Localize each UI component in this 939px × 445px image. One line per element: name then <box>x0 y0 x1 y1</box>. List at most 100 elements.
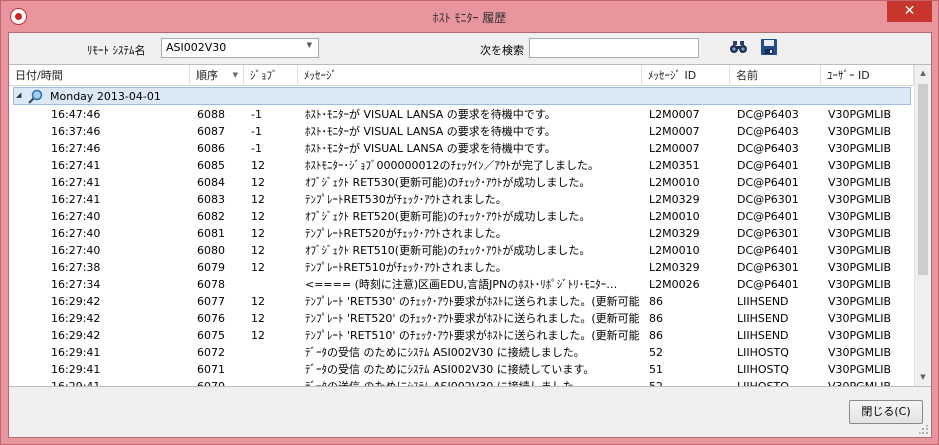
row-message: ﾃﾞｰﾀの受信 のためにｼｽﾃﾑ ASI002V30 に接続しています。 <box>305 363 595 376</box>
collapse-triangle-icon[interactable]: ◢ <box>16 91 21 99</box>
row-sequence: 6082 <box>197 210 225 223</box>
scroll-down-icon[interactable]: ▼ <box>915 369 931 386</box>
row-name: LIIHOSTQ <box>737 346 789 359</box>
resize-grip-icon[interactable] <box>919 425 929 435</box>
column-header-job[interactable]: ｼﾞｮﾌﾞ <box>244 65 298 86</box>
table-row[interactable]: 16:29:41 6070 ﾃﾞｰﾀの送信 のためにｼｽﾃﾑ ASI002V30 に… <box>9 378 914 387</box>
row-user-id: V30PGMLIB <box>828 176 892 189</box>
table-row[interactable]: 16:29:42 6075 12 ﾃﾝﾌﾟﾚｰﾄ 'RET510' のﾁｪｯｸ･ｱｳﾄ… <box>9 327 914 344</box>
table-row[interactable]: 16:29:42 6076 12 ﾃﾝﾌﾟﾚｰﾄ 'RET520' のﾁｪｯｸ･ｱｳﾄ… <box>9 310 914 327</box>
row-message-id: 52 <box>649 346 663 359</box>
chevron-down-icon: ▼ <box>306 41 312 49</box>
column-header-sequence-label: 順序 <box>196 69 218 82</box>
row-sequence: 6077 <box>197 295 225 308</box>
row-time: 16:27:38 <box>51 261 101 274</box>
row-message-id: L2M0026 <box>649 278 700 291</box>
row-message-id: L2M0010 <box>649 176 700 189</box>
column-header-message[interactable]: ﾒｯｾｰｼﾞ <box>298 65 642 86</box>
row-time: 16:27:40 <box>51 210 101 223</box>
remote-system-value: ASI002V30 <box>166 41 227 54</box>
close-button[interactable]: 閉じる(C) <box>849 400 923 424</box>
table-row[interactable]: 16:29:41 6072 ﾃﾞｰﾀの受信 のためにｼｽﾃﾑ ASI002V30 に… <box>9 344 914 361</box>
table-row[interactable]: 16:27:41 6084 12 ｵﾌﾞｼﾞｪｸﾄ RET530(更新可能)のﾁｪｯｸ… <box>9 174 914 191</box>
table-row[interactable]: 16:47:46 6088 -1 ﾎｽﾄ･ﾓﾆﾀｰが VISUAL LANSA の要求… <box>9 106 914 123</box>
scroll-up-icon[interactable]: ▲ <box>915 65 931 82</box>
row-message-id: 86 <box>649 329 663 342</box>
column-header-user-id[interactable]: ﾕｰｻﾞｰ ID <box>821 65 914 86</box>
column-header-message-id[interactable]: ﾒｯｾｰｼﾞ ID <box>642 65 730 86</box>
table-row[interactable]: 16:27:41 6085 12 ﾎｽﾄﾓﾆﾀｰ･ｼﾞｮﾌﾞ000000012のﾁｪｯ… <box>9 157 914 174</box>
row-name: LIIHOSTQ <box>737 380 789 387</box>
column-header-name[interactable]: 名前 <box>730 65 821 86</box>
row-message: ﾃﾝﾌﾟﾚｰﾄ 'RET530' のﾁｪｯｸ･ｱｳﾄ要求がﾎｽﾄに送られました。… <box>305 295 639 308</box>
row-name: DC@P6401 <box>737 244 799 257</box>
window-close-button[interactable]: ✕ <box>887 1 932 22</box>
row-message: ﾃﾞｰﾀの受信 のためにｼｽﾃﾑ ASI002V30 に接続しました。 <box>305 346 585 359</box>
row-name: LIIHSEND <box>737 329 789 342</box>
row-sequence: 6085 <box>197 159 225 172</box>
row-name: DC@P6401 <box>737 159 799 172</box>
search-input[interactable] <box>529 38 699 58</box>
scrollbar-thumb[interactable] <box>918 84 928 275</box>
column-header-datetime[interactable]: 日付/時間 <box>9 65 190 86</box>
row-time: 16:27:41 <box>51 193 101 206</box>
row-name: DC@P6401 <box>737 176 799 189</box>
row-message: ﾃﾝﾌﾟﾚｰﾄRET520がﾁｪｯｸ･ｱｳﾄされました。 <box>305 227 507 240</box>
row-message-id: L2M0329 <box>649 261 700 274</box>
row-message: ﾎｽﾄ･ﾓﾆﾀｰが VISUAL LANSA の要求を待機中です。 <box>305 108 556 121</box>
row-time: 16:27:41 <box>51 176 101 189</box>
title-bar[interactable]: ﾎｽﾄ ﾓﾆﾀｰ 履歴 ✕ <box>1 1 938 32</box>
table-row[interactable]: 16:29:41 6071 ﾃﾞｰﾀの受信 のためにｼｽﾃﾑ ASI002V30 に… <box>9 361 914 378</box>
row-sequence: 6079 <box>197 261 225 274</box>
row-user-id: V30PGMLIB <box>828 380 892 387</box>
row-message-id: L2M0351 <box>649 159 700 172</box>
row-name: DC@P6401 <box>737 278 799 291</box>
table-row[interactable]: 16:27:40 6082 12 ｵﾌﾞｼﾞｪｸﾄ RET520(更新可能)のﾁｪｯｸ… <box>9 208 914 225</box>
row-sequence: 6078 <box>197 278 225 291</box>
row-job: 12 <box>251 193 265 206</box>
row-job: 12 <box>251 210 265 223</box>
table-row[interactable]: 16:27:46 6086 -1 ﾎｽﾄ･ﾓﾆﾀｰが VISUAL LANSA の要求… <box>9 140 914 157</box>
row-message-id: L2M0007 <box>649 142 700 155</box>
toolbar: ﾘﾓｰﾄ ｼｽﾃﾑ名 ASI002V30 ▼ 次を検索 <box>9 33 931 63</box>
row-user-id: V30PGMLIB <box>828 108 892 121</box>
column-header-sequence[interactable]: 順序 ▼ <box>190 65 244 86</box>
row-sequence: 6072 <box>197 346 225 359</box>
row-message: ﾎｽﾄ･ﾓﾆﾀｰが VISUAL LANSA の要求を待機中です。 <box>305 142 556 155</box>
row-user-id: V30PGMLIB <box>828 125 892 138</box>
row-name: DC@P6401 <box>737 210 799 223</box>
row-name: DC@P6301 <box>737 261 799 274</box>
row-sequence: 6080 <box>197 244 225 257</box>
row-user-id: V30PGMLIB <box>828 244 892 257</box>
row-message-id: 51 <box>649 363 663 376</box>
row-sequence: 6083 <box>197 193 225 206</box>
save-icon[interactable] <box>761 39 777 55</box>
table-row[interactable]: 16:29:42 6077 12 ﾃﾝﾌﾟﾚｰﾄ 'RET530' のﾁｪｯｸ･ｱｳﾄ… <box>9 293 914 310</box>
table-row[interactable]: 16:27:41 6083 12 ﾃﾝﾌﾟﾚｰﾄRET530がﾁｪｯｸ･ｱｳﾄされまし… <box>9 191 914 208</box>
table-row[interactable]: 16:27:38 6079 12 ﾃﾝﾌﾟﾚｰﾄRET510がﾁｪｯｸ･ｱｳﾄされまし… <box>9 259 914 276</box>
magnifier-icon <box>28 89 43 104</box>
row-job <box>251 276 301 293</box>
row-message-id: L2M0007 <box>649 108 700 121</box>
row-name: DC@P6403 <box>737 142 799 155</box>
row-message-id: 86 <box>649 312 663 325</box>
table-row[interactable]: 16:27:40 6081 12 ﾃﾝﾌﾟﾚｰﾄRET520がﾁｪｯｸ･ｱｳﾄされまし… <box>9 225 914 242</box>
row-user-id: V30PGMLIB <box>828 312 892 325</box>
table-row[interactable]: 16:37:46 6087 -1 ﾎｽﾄ･ﾓﾆﾀｰが VISUAL LANSA の要求… <box>9 123 914 140</box>
date-group-row[interactable]: ◢ Monday 2013-04-01 <box>13 87 911 105</box>
row-message-id: L2M0329 <box>649 227 700 240</box>
row-job: -1 <box>251 142 262 155</box>
row-time: 16:29:41 <box>51 363 101 376</box>
host-monitor-history-window: ﾎｽﾄ ﾓﾆﾀｰ 履歴 ✕ ﾘﾓｰﾄ ｼｽﾃﾑ名 ASI002V30 ▼ 次を検… <box>0 0 939 445</box>
row-message-id: L2M0007 <box>649 125 700 138</box>
window-title: ﾎｽﾄ ﾓﾆﾀｰ 履歴 <box>432 11 507 25</box>
row-user-id: V30PGMLIB <box>828 142 892 155</box>
vertical-scrollbar[interactable]: ▲ ▼ <box>914 65 931 386</box>
binoculars-icon[interactable] <box>730 41 747 54</box>
table-row[interactable]: 16:27:40 6080 12 ｵﾌﾞｼﾞｪｸﾄ RET510(更新可能)のﾁｪｯｸ… <box>9 242 914 259</box>
row-job: 12 <box>251 159 265 172</box>
table-row[interactable]: 16:27:34 6078 <==== (時刻に注意)区画EDU,言語JPNのﾎｽﾄ… <box>9 276 914 293</box>
remote-system-select[interactable]: ASI002V30 ▼ <box>161 38 319 58</box>
history-grid[interactable]: 日付/時間 順序 ▼ ｼﾞｮﾌﾞ ﾒｯｾｰｼﾞ ﾒｯｾｰｼﾞ ID 名前 ﾕｰｻ… <box>9 64 931 387</box>
row-job: 12 <box>251 176 265 189</box>
